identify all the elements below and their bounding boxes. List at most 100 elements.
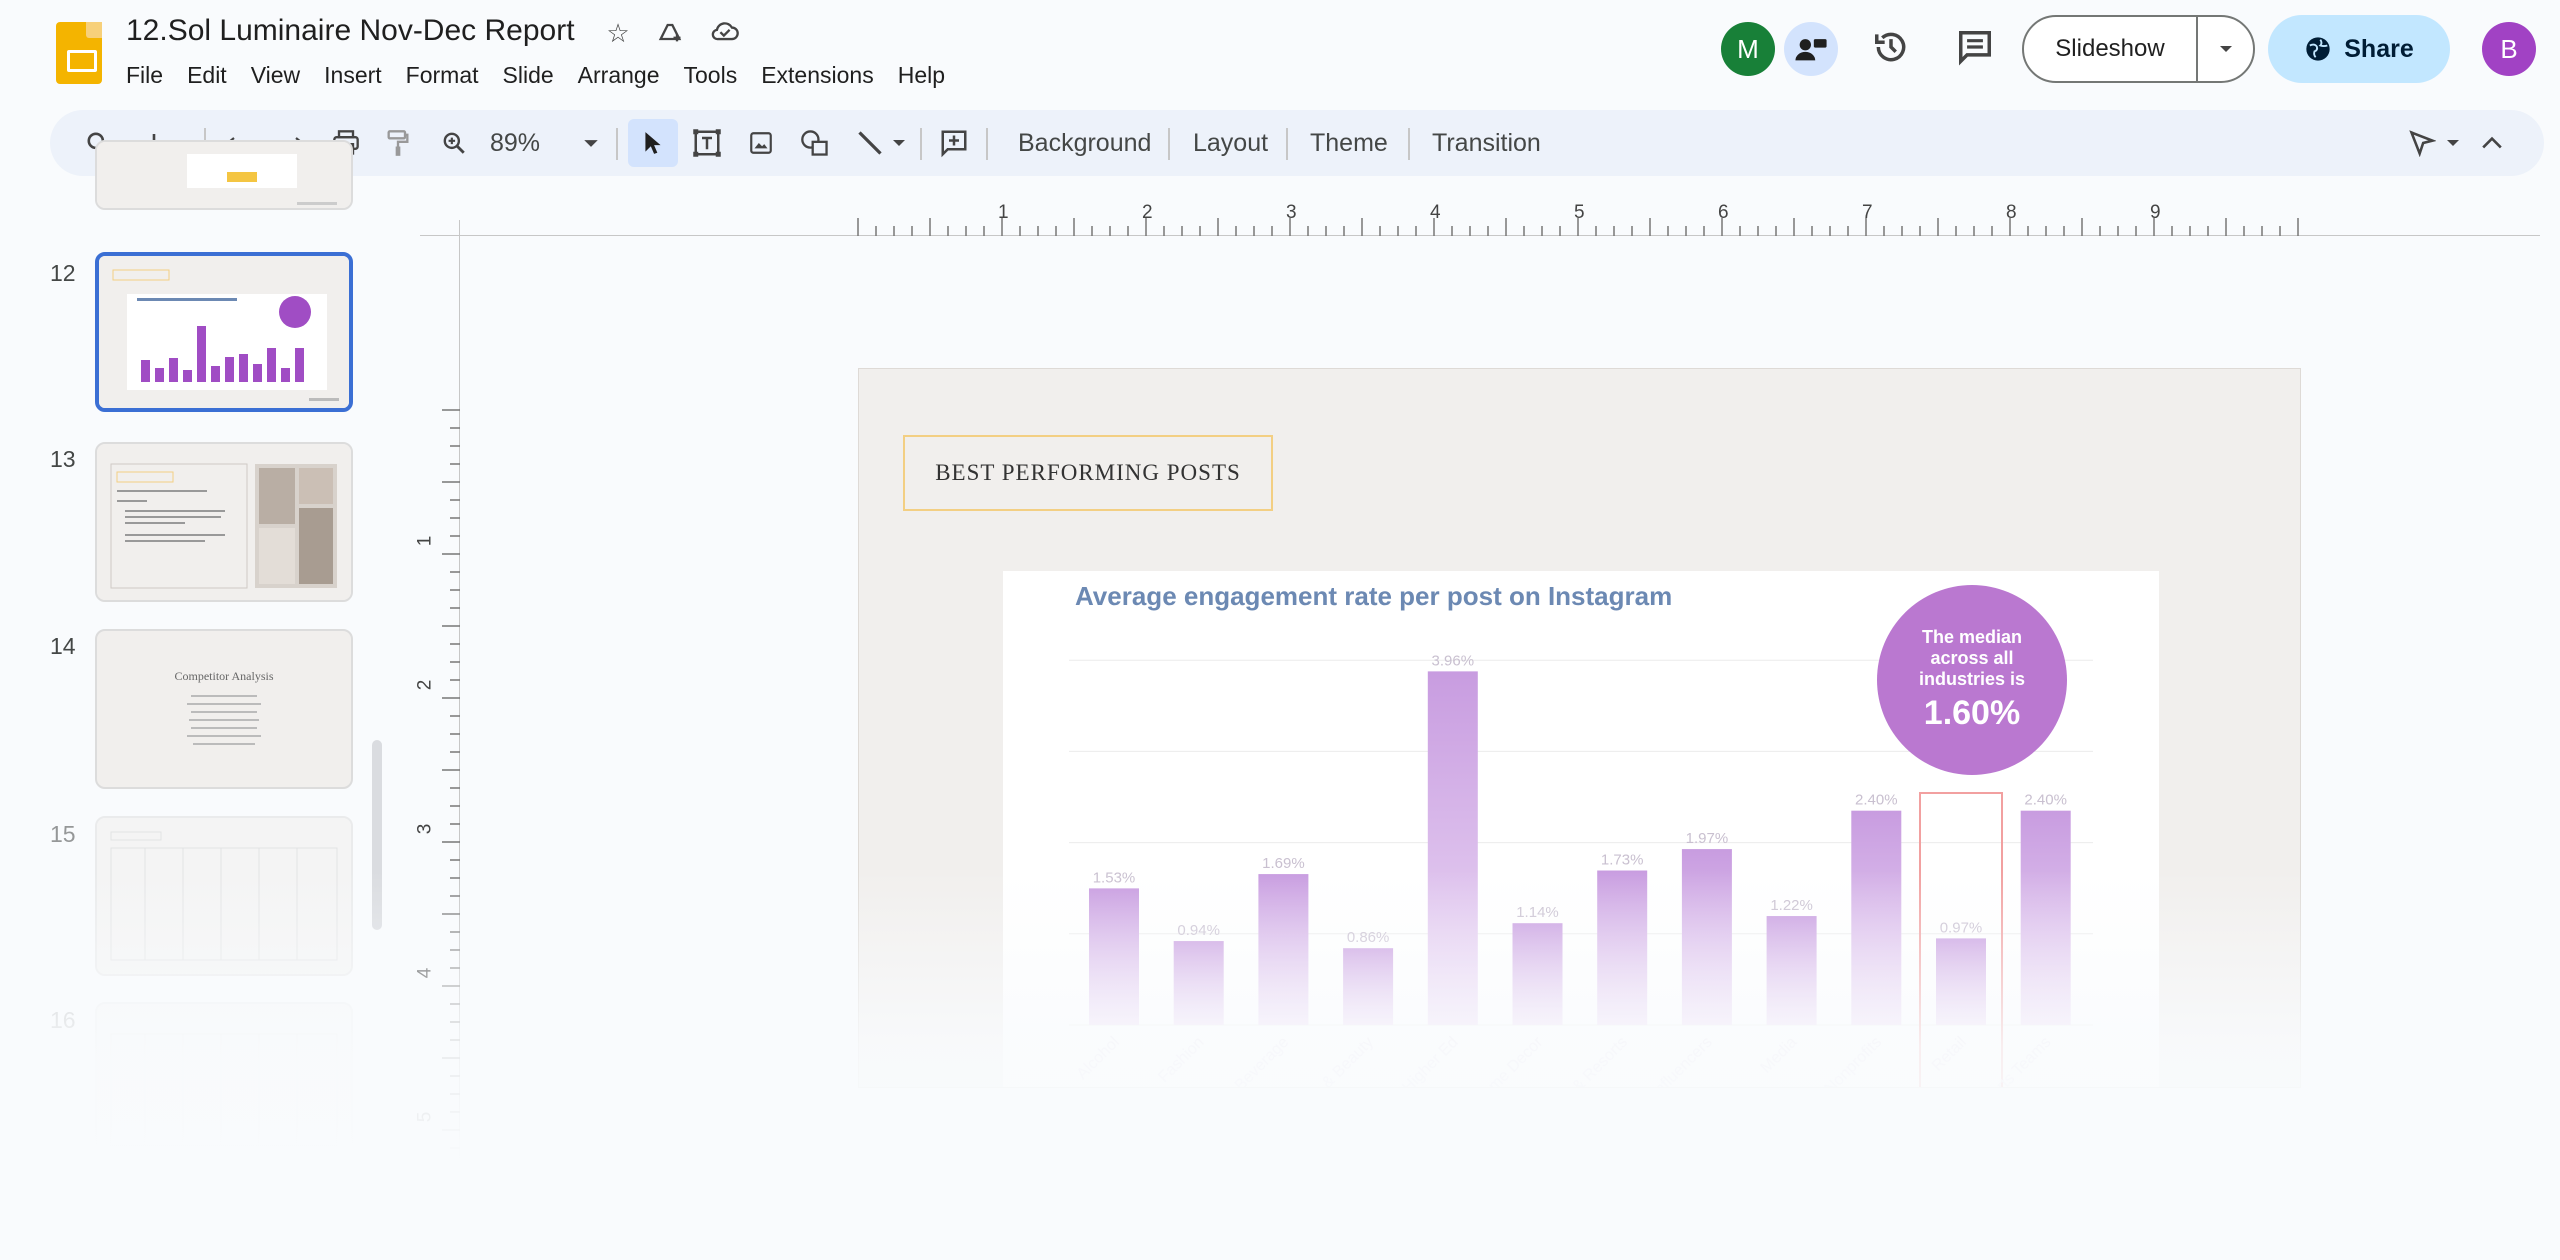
slide-number: 14	[50, 633, 76, 659]
slide-filmstrip: 12 13 14 Competitor Analysis 15 16	[0, 140, 395, 1260]
slide-number: 13	[50, 446, 76, 472]
chart-bar-hotels-resorts	[1597, 870, 1648, 1025]
zoom-dropdown-caret-icon[interactable]	[576, 110, 606, 176]
paint-format-icon[interactable]	[378, 110, 418, 176]
menu-edit[interactable]: Edit	[175, 60, 239, 91]
slide-thumbnail-12[interactable]	[95, 252, 353, 412]
toolbar-divider	[1286, 128, 1288, 160]
shape-icon[interactable]	[794, 110, 836, 176]
text-box-icon[interactable]	[686, 110, 728, 176]
menu-tools[interactable]: Tools	[672, 60, 750, 91]
comments-icon[interactable]	[1952, 24, 1998, 70]
slide-number: 16	[50, 1007, 76, 1033]
horizontal-ruler[interactable]: 1 2 3 4 5 6 7 8 9	[420, 196, 2540, 236]
chart-data-label: 1.73%	[1601, 852, 1644, 869]
chart-data-label: 1.97%	[1686, 830, 1729, 847]
avatar-b[interactable]: B	[2482, 22, 2536, 76]
avatar-m[interactable]: M	[1721, 22, 1775, 76]
ruler-mark: 5	[414, 1111, 436, 1123]
menu-bar: File Edit View Insert Format Slide Arran…	[126, 60, 957, 91]
chart-bar-retail	[1936, 938, 1986, 1025]
chevron-down-icon	[2219, 46, 2232, 52]
slideshow-label: Slideshow	[2055, 35, 2165, 62]
chart-bar-food-beverage	[1258, 874, 1309, 1025]
slideshow-button[interactable]: Slideshow	[2022, 15, 2255, 83]
slide-thumbnail-15[interactable]	[95, 816, 353, 976]
slide-number: 12	[50, 260, 76, 286]
chart-category-label: Nonprofits	[1822, 1034, 1886, 1088]
zoom-value[interactable]: 89%	[490, 110, 540, 176]
version-history-icon[interactable]	[1868, 24, 1914, 70]
slide-number: 15	[50, 821, 76, 847]
slide-thumbnail-13[interactable]	[95, 442, 353, 602]
share-button[interactable]: Share	[2268, 15, 2450, 83]
chart-bar-health-beauty	[1343, 948, 1394, 1025]
chart-bar-influencers	[1681, 849, 1732, 1025]
line-icon[interactable]	[850, 110, 890, 176]
cloud-saved-icon[interactable]	[710, 18, 740, 48]
chart-data-label: 1.22%	[1770, 897, 1813, 914]
ruler-mark: 5	[1574, 202, 1585, 223]
move-to-drive-icon[interactable]	[655, 18, 685, 48]
chart-data-label: 0.94%	[1177, 922, 1220, 939]
toolbar-divider	[1168, 128, 1170, 160]
menu-view[interactable]: View	[239, 60, 312, 91]
chart-data-label: 2.40%	[1855, 792, 1898, 809]
ruler-mark: 4	[1430, 202, 1441, 223]
theme-button[interactable]: Theme	[1310, 110, 1388, 176]
document-title[interactable]: 12.Sol Luminaire Nov-Dec Report	[126, 14, 575, 48]
chart-data-label: 2.40%	[2024, 792, 2067, 809]
zoom-icon[interactable]	[434, 110, 474, 176]
chart-data-label: 1.53%	[1093, 869, 1136, 886]
chart-data-label: 0.97%	[1940, 919, 1983, 936]
chart-title: Average engagement rate per post on Inst…	[1075, 581, 1673, 611]
menu-insert[interactable]: Insert	[312, 60, 394, 91]
ruler-mark: 9	[2150, 202, 2161, 223]
ruler-mark: 6	[1718, 202, 1729, 223]
slideshow-options-dropdown[interactable]	[2198, 44, 2253, 54]
toolbar-divider	[616, 128, 618, 160]
slide-canvas[interactable]: BEST PERFORMING POSTS 1.53% Alcohol 0.94% F…	[858, 368, 2301, 1088]
layout-button[interactable]: Layout	[1193, 110, 1268, 176]
slide-thumbnail-16[interactable]	[95, 1002, 353, 1162]
background-button[interactable]: Background	[1018, 110, 1151, 176]
chart-bar-home-decor	[1512, 923, 1563, 1025]
toolbar-divider	[1408, 128, 1410, 160]
chart-data-label: 1.69%	[1262, 855, 1305, 872]
editing-mode-icon[interactable]	[2402, 110, 2442, 176]
best-performing-posts-label[interactable]: BEST PERFORMING POSTS	[903, 435, 1273, 511]
star-icon[interactable]: ☆	[603, 18, 633, 48]
chart-category-label: Alcohol	[1074, 1034, 1123, 1083]
menu-help[interactable]: Help	[886, 60, 957, 91]
transition-button[interactable]: Transition	[1432, 110, 1541, 176]
ruler-mark: 4	[414, 967, 436, 979]
chart-category-label: Health & Beauty	[1283, 1034, 1377, 1088]
menu-arrange[interactable]: Arrange	[566, 60, 672, 91]
chart-category-label: Influencers	[1648, 1034, 1715, 1088]
vertical-ruler[interactable]: 1 2 3 4 5	[414, 220, 460, 1220]
ruler-mark: 8	[2006, 202, 2017, 223]
chart-bar-media	[1766, 916, 1817, 1025]
chart-image[interactable]: 1.53% Alcohol 0.94% Fashion 1.69% Food & Beve…	[1003, 571, 2159, 1088]
menu-file[interactable]: File	[126, 60, 175, 91]
line-options-caret-icon[interactable]	[888, 110, 910, 176]
chart-bar-fashion	[1173, 941, 1224, 1025]
chart-bar-higher-ed	[1427, 671, 1478, 1025]
select-cursor-icon[interactable]	[633, 110, 673, 176]
menu-slide[interactable]: Slide	[491, 60, 566, 91]
slides-logo-icon[interactable]	[56, 22, 102, 84]
chart-bar-nonprofits	[1851, 810, 1902, 1025]
insert-image-icon[interactable]	[740, 110, 782, 176]
add-comment-icon[interactable]	[932, 110, 976, 176]
slide-thumbnail-11[interactable]	[95, 140, 353, 210]
menu-extensions[interactable]: Extensions	[749, 60, 886, 91]
menu-format[interactable]: Format	[394, 60, 491, 91]
ruler-mark: 2	[414, 679, 436, 691]
editing-mode-caret-icon[interactable]	[2442, 110, 2464, 176]
median-text: The median across all industries is	[1918, 627, 2026, 689]
meet-call-icon[interactable]	[1784, 22, 1838, 76]
ruler-mark: 7	[1862, 202, 1873, 223]
slide-thumbnail-14[interactable]: Competitor Analysis	[95, 629, 353, 789]
collapse-menus-icon[interactable]	[2474, 110, 2510, 176]
filmstrip-scrollbar[interactable]	[372, 740, 382, 930]
